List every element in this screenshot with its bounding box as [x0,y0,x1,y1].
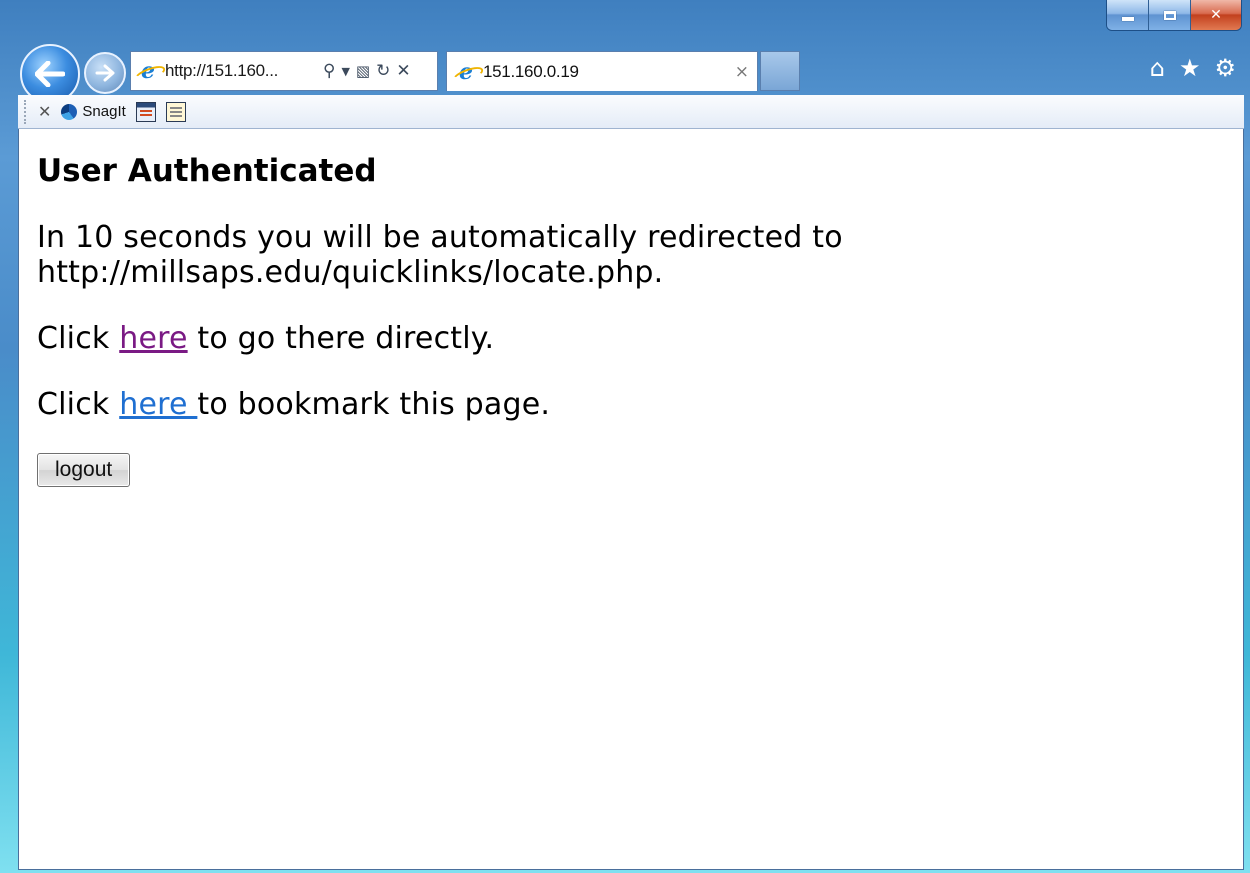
stop-icon[interactable]: ✕ [396,62,410,80]
direct-link[interactable]: here [119,321,187,356]
home-icon[interactable]: ⌂ [1150,54,1165,82]
back-arrow-icon [35,61,65,87]
toolbar-close-icon[interactable]: ✕ [38,102,51,121]
bookmark-link[interactable]: here [119,387,197,422]
tab-close-icon[interactable]: × [735,62,749,82]
snagit-icon [61,103,78,120]
page-content: User Authenticated In 10 seconds you wil… [18,129,1244,870]
browser-command-icons: ⌂ ★ ⚙ [1150,54,1236,82]
forward-arrow-icon [95,64,115,82]
ie-page-icon: e [137,60,159,82]
search-icon[interactable]: ⚲ [323,62,335,80]
refresh-icon[interactable]: ↻ [376,62,390,80]
direct-link-line: Click here to go there directly. [37,321,1225,356]
favorites-star-icon[interactable]: ★ [1179,54,1201,82]
minimize-icon [1121,17,1134,21]
click-prefix-2: Click [37,387,120,422]
compatibility-view-icon[interactable]: ▧ [356,63,370,79]
direct-suffix: to go there directly. [187,321,495,356]
snagit-label: SnagIt [82,103,126,120]
new-tab-button[interactable] [760,51,800,91]
snagit-edit-icon[interactable] [165,101,186,122]
bookmark-suffix: to bookmark this page. [197,387,551,422]
gear-icon[interactable]: ⚙ [1214,54,1236,82]
address-url[interactable]: http://151.160... [165,61,317,81]
address-bar[interactable]: e http://151.160... ⚲ ▼ ▧ ↻ ✕ [130,51,438,91]
tab-current[interactable]: e 151.160.0.19 × [446,51,758,91]
toolbar-grip[interactable] [24,99,28,124]
tab-title: 151.160.0.19 [483,61,579,81]
snagit-capture-icon[interactable] [135,101,156,122]
snagit-button[interactable]: SnagIt [61,103,126,120]
close-window-button[interactable]: ✕ [1191,0,1241,30]
dropdown-icon[interactable]: ▼ [341,66,349,77]
click-prefix-1: Click [37,321,120,356]
close-icon: ✕ [1210,7,1222,23]
page-title: User Authenticated [37,153,377,189]
redirect-line-1: In 10 seconds you will be automatically … [37,220,843,255]
bookmark-link-line: Click here to bookmark this page. [37,387,1225,422]
forward-button[interactable] [84,52,126,94]
maximize-icon [1163,10,1176,20]
redirect-message: In 10 seconds you will be automatically … [37,220,1225,290]
window-controls: ✕ [1106,0,1242,31]
redirect-line-2: http://millsaps.edu/quicklinks/locate.ph… [37,255,664,290]
logout-button[interactable]: logout [37,453,131,487]
command-toolbar: ✕ SnagIt [18,95,1244,129]
tab-ie-icon: e [455,61,477,83]
minimize-button[interactable] [1107,0,1149,30]
maximize-button[interactable] [1149,0,1191,30]
